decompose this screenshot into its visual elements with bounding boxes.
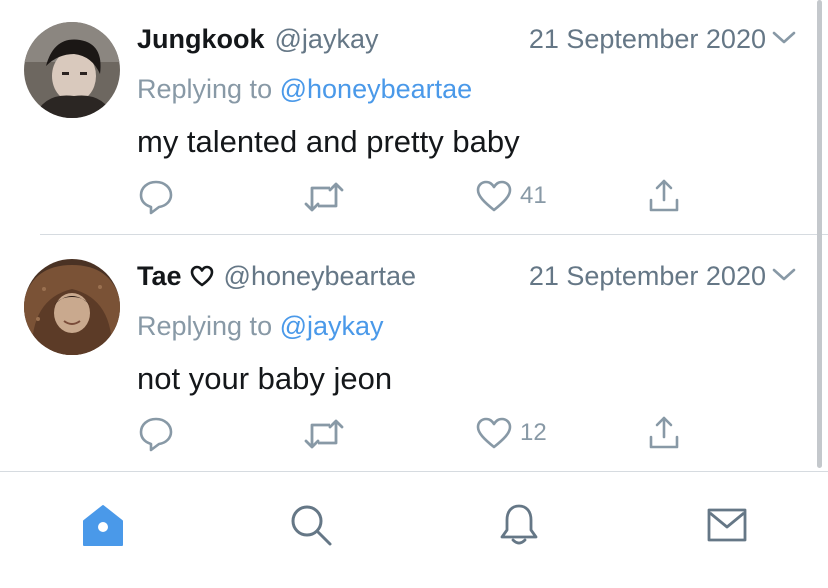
like-icon xyxy=(476,180,512,212)
retweet-icon xyxy=(304,419,344,449)
like-count: 12 xyxy=(520,419,547,446)
search-icon xyxy=(291,505,332,546)
tweet-text: not your baby jeon xyxy=(137,361,393,396)
timeline-screen: Jungkook @jaykay 21 September 2020 Replyi… xyxy=(0,0,828,588)
tab-search[interactable] xyxy=(286,500,336,550)
display-name[interactable]: Tae xyxy=(137,261,182,291)
share-button[interactable] xyxy=(648,178,680,214)
handle[interactable]: @jaykay xyxy=(275,24,379,54)
tweet-date: 21 September 2020 xyxy=(528,24,766,54)
retweet-button[interactable] xyxy=(304,417,344,451)
avatar[interactable] xyxy=(24,22,120,118)
share-icon xyxy=(649,416,679,449)
share-icon xyxy=(649,179,679,212)
reply-icon xyxy=(139,180,173,215)
like-button[interactable]: 12 xyxy=(476,417,547,449)
bottom-tab-bar xyxy=(0,472,828,588)
tweet-text: my talented and pretty baby xyxy=(137,124,520,159)
bell-icon xyxy=(500,504,538,545)
mail-icon xyxy=(707,508,747,542)
replying-prefix: Replying to xyxy=(137,74,273,104)
avatar[interactable] xyxy=(24,259,120,355)
replying-to: Replying to @jaykay xyxy=(137,311,384,342)
reply-icon xyxy=(139,417,173,452)
tweet[interactable]: Jungkook @jaykay 21 September 2020 Replyi… xyxy=(0,0,828,234)
retweet-icon xyxy=(304,182,344,212)
chevron-down-icon[interactable] xyxy=(772,267,796,288)
home-icon xyxy=(83,505,123,546)
reply-button[interactable] xyxy=(137,415,175,453)
like-icon xyxy=(476,417,512,449)
tweet-date: 21 September 2020 xyxy=(528,261,766,291)
tab-messages[interactable] xyxy=(702,500,752,550)
chevron-down-icon[interactable] xyxy=(772,30,796,51)
replying-prefix: Replying to xyxy=(137,311,273,341)
like-button[interactable]: 41 xyxy=(476,180,547,212)
handle[interactable]: @honeybeartae xyxy=(224,261,417,291)
tweet-header: Tae @honeybeartae xyxy=(137,261,416,294)
replying-to: Replying to @honeybeartae xyxy=(137,74,472,105)
tab-home[interactable] xyxy=(78,500,128,550)
heart-emoji-icon xyxy=(190,263,214,294)
mention-link[interactable]: @honeybeartae xyxy=(280,74,473,104)
reply-button[interactable] xyxy=(137,178,175,216)
share-button[interactable] xyxy=(648,415,680,451)
display-name[interactable]: Jungkook xyxy=(137,24,265,54)
tweet-header: Jungkook @jaykay xyxy=(137,24,378,55)
tab-notifications[interactable] xyxy=(494,500,544,550)
scrollbar[interactable] xyxy=(817,0,822,468)
mention-link[interactable]: @jaykay xyxy=(280,311,384,341)
retweet-button[interactable] xyxy=(304,180,344,214)
like-count: 41 xyxy=(520,182,547,209)
tweet[interactable]: Tae @honeybeartae 21 September 2020 Reply… xyxy=(0,235,828,471)
